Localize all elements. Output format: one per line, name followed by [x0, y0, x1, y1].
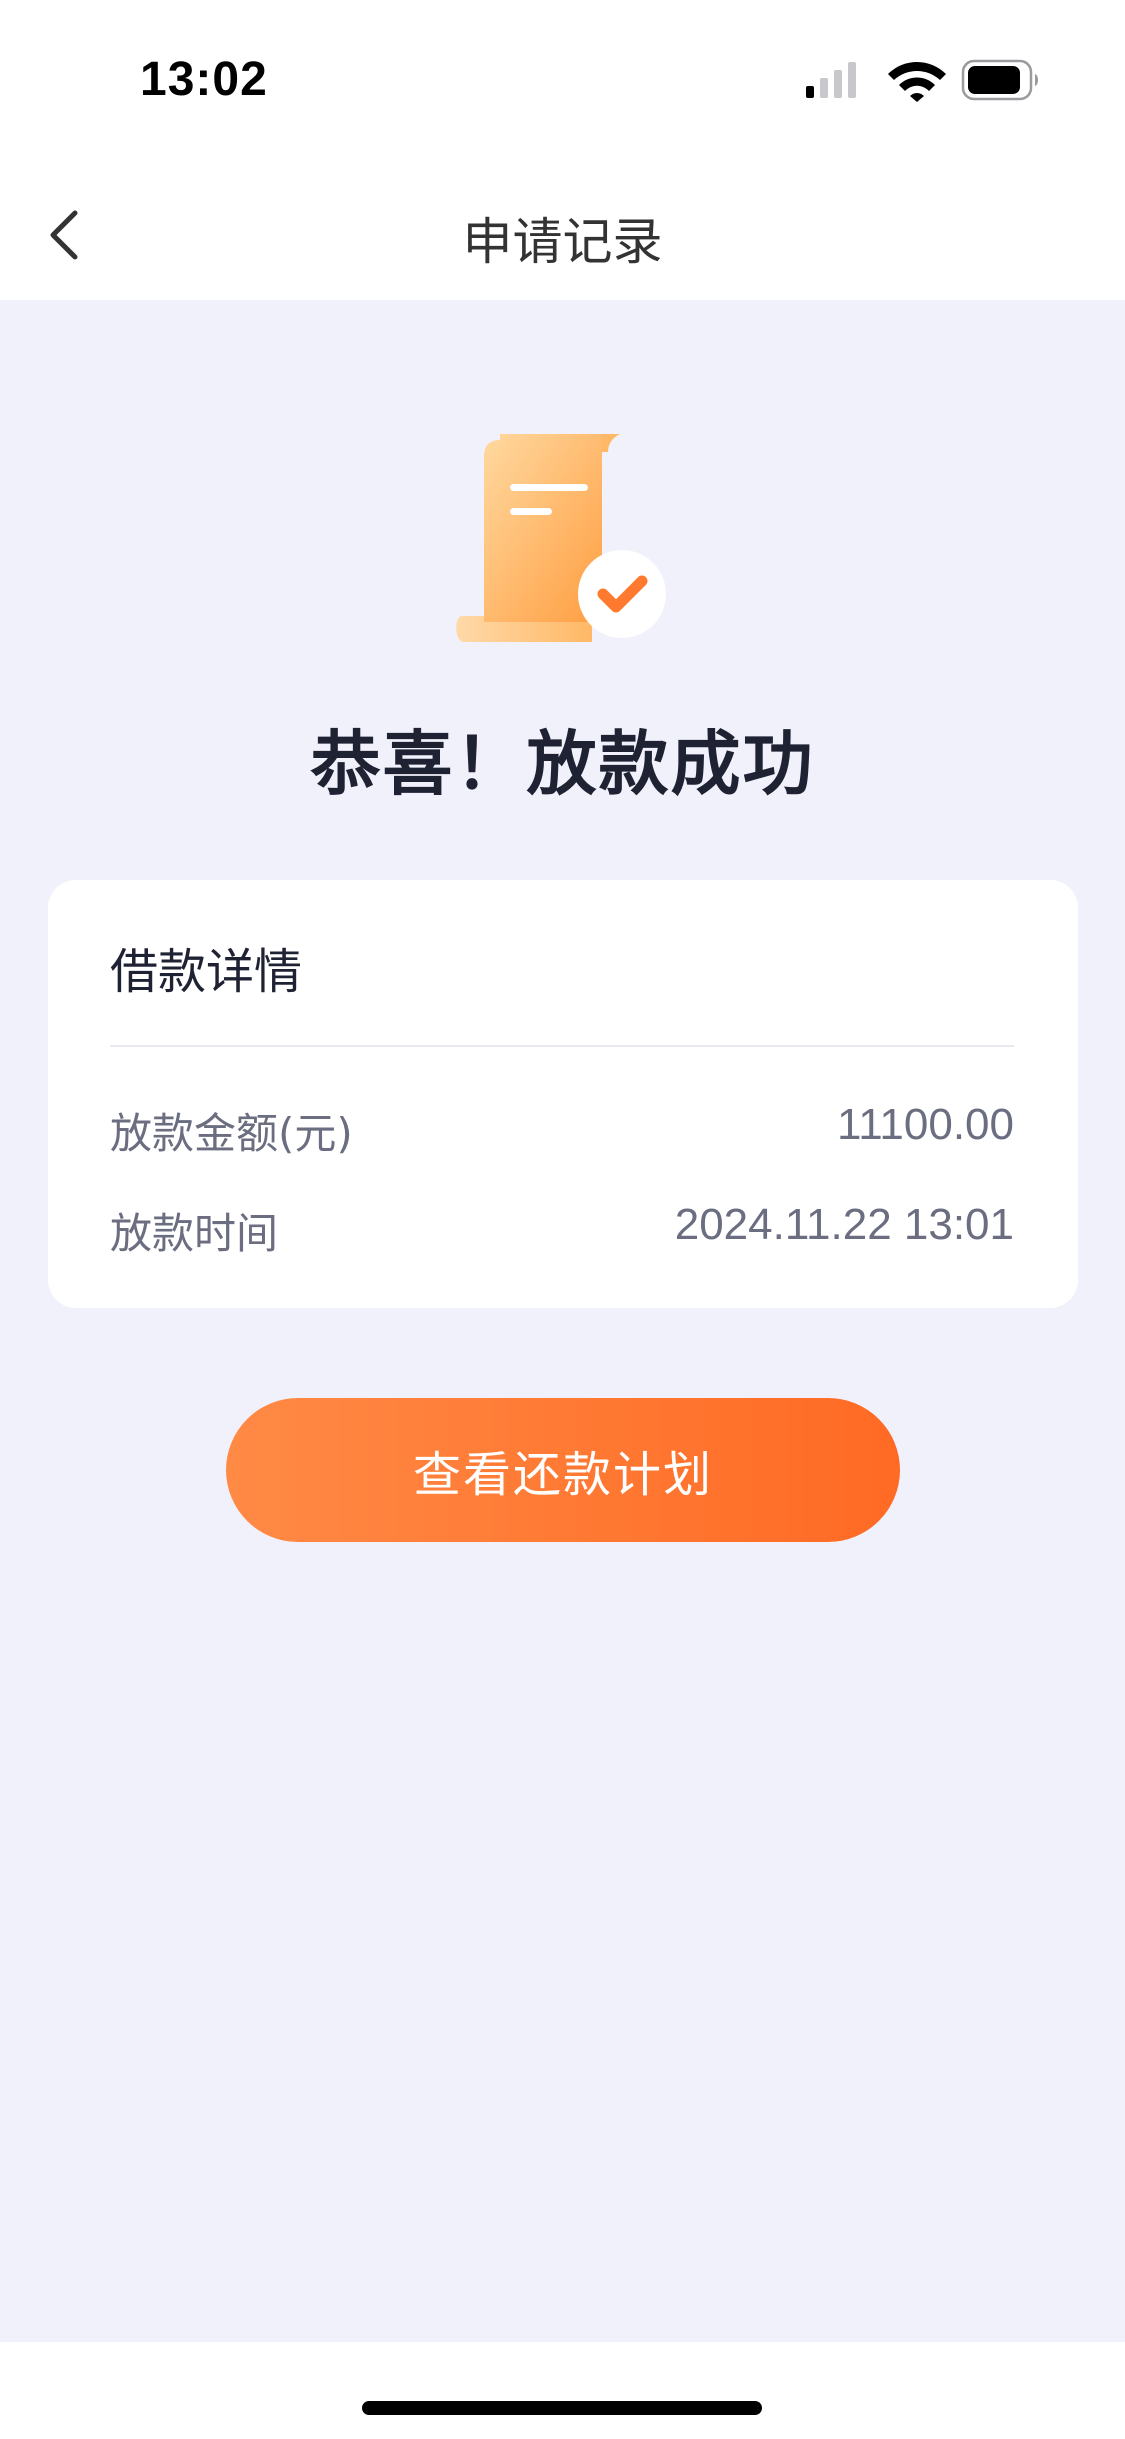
- detail-value: 2024.11.22 13:01: [674, 1200, 1014, 1249]
- page-title: 申请记录: [462, 213, 663, 271]
- view-repayment-plan-button[interactable]: 查看还款计划: [226, 1398, 900, 1542]
- cellular-signal-icon: [806, 62, 856, 98]
- loan-detail-card: 借款详情 放款金额(元) 11100.00 放款时间 2024.11.22 13…: [48, 880, 1078, 1308]
- detail-row-time: 放款时间 2024.11.22 13:01: [110, 1200, 1014, 1260]
- bottom-safe-area: [0, 2342, 1125, 2439]
- success-title: 恭喜！放款成功: [310, 723, 815, 805]
- home-indicator[interactable]: [362, 2401, 762, 2415]
- document-check-icon: [452, 426, 672, 646]
- detail-row-amount: 放款金额(元) 11100.00: [110, 1100, 1014, 1160]
- card-title: 借款详情: [110, 944, 303, 1000]
- status-bar: 13:02: [0, 0, 1125, 160]
- button-label: 查看还款计划: [412, 1447, 713, 1503]
- divider: [110, 1045, 1014, 1047]
- wifi-icon: [888, 62, 946, 102]
- status-time: 13:02: [140, 53, 268, 106]
- battery-icon: [961, 59, 1038, 101]
- detail-label: 放款金额(元): [110, 1109, 353, 1158]
- nav-bar: 申请记录: [0, 160, 1125, 300]
- detail-value: 11100.00: [837, 1100, 1014, 1149]
- status-icons: [800, 56, 1040, 106]
- detail-label: 放款时间: [110, 1209, 279, 1258]
